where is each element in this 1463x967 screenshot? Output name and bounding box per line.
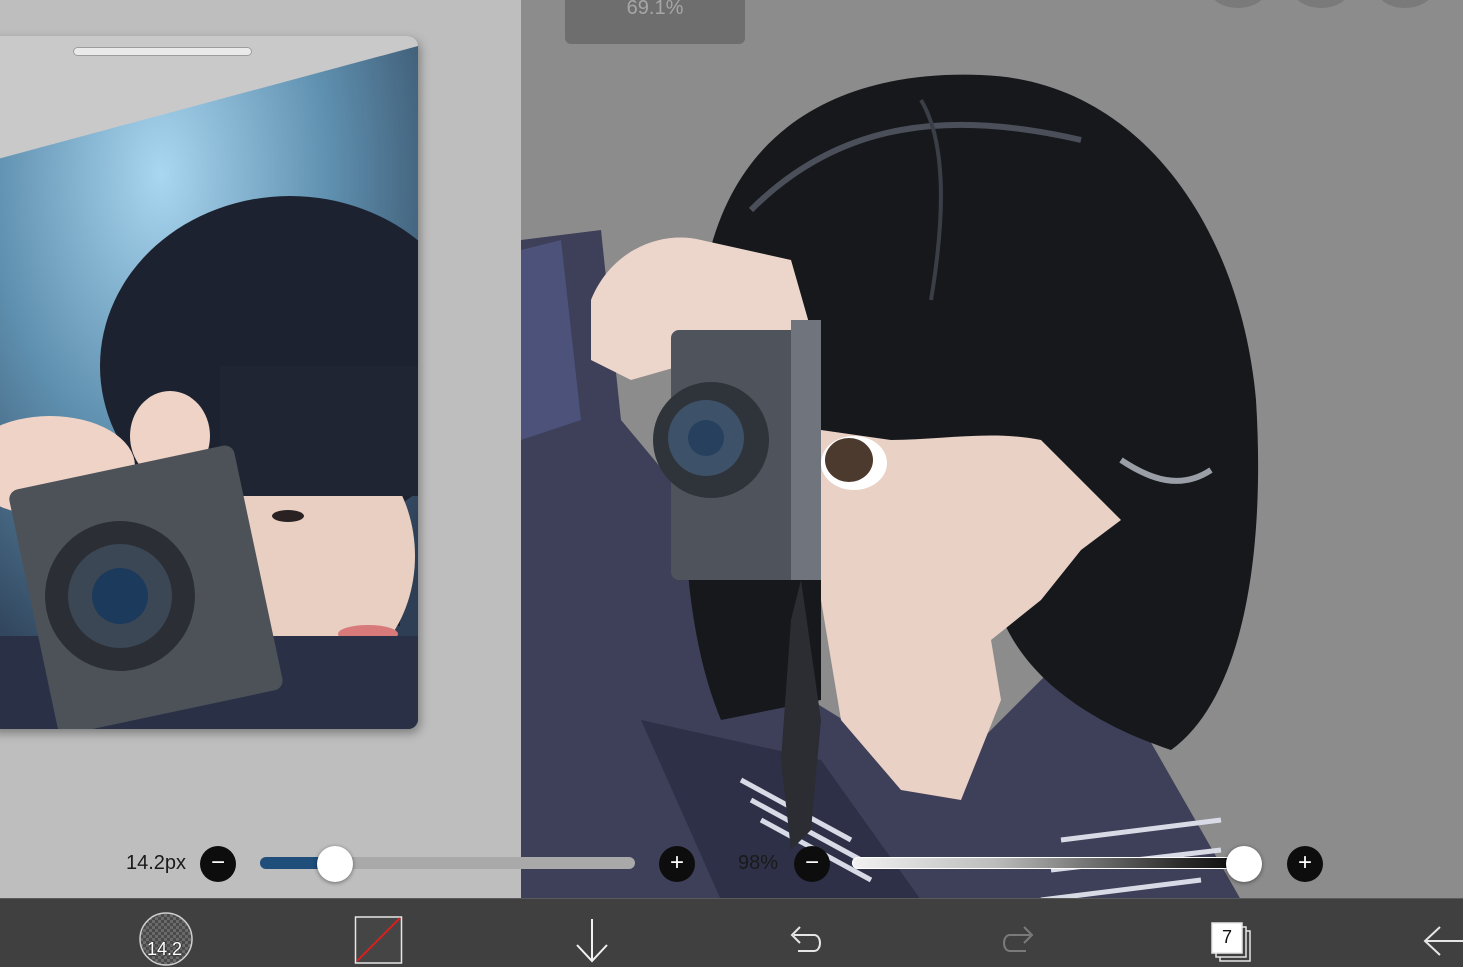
redo-button[interactable]: [998, 899, 1040, 967]
undo-icon: [790, 926, 821, 952]
opacity-label: 98%: [738, 852, 779, 874]
reference-panel: [0, 0, 521, 898]
layers-button[interactable]: 7: [1210, 899, 1254, 967]
arrow-left-icon: [1423, 926, 1463, 956]
back-button[interactable]: [1420, 899, 1463, 967]
plus-icon: +: [669, 849, 684, 876]
layer-count: 7: [1221, 927, 1232, 947]
reference-drag-handle[interactable]: [73, 47, 252, 56]
brush-size-tool[interactable]: 14.2: [137, 899, 195, 967]
download-tool[interactable]: [572, 899, 612, 967]
reference-photo[interactable]: [0, 36, 418, 729]
opacity-increase-button[interactable]: +: [1287, 846, 1323, 882]
bottom-toolbar: 14.2 7: [0, 898, 1463, 967]
color-tool[interactable]: [354, 899, 404, 967]
plus-icon: +: [1297, 849, 1312, 876]
minus-icon: −: [804, 849, 819, 876]
redo-icon: [1003, 926, 1034, 952]
brush-size-decrease-button[interactable]: −: [200, 846, 236, 882]
arrow-down-icon: [576, 919, 608, 963]
opacity-slider[interactable]: [852, 857, 1262, 869]
brush-size-label: 14.2px: [126, 852, 187, 874]
drawing-canvas[interactable]: [521, 0, 1463, 898]
brush-size-increase-button[interactable]: +: [659, 846, 695, 882]
brush-size-slider-thumb[interactable]: [317, 846, 353, 882]
canvas-artwork: [521, 74, 1259, 898]
zoom-label: 69.1%: [626, 0, 684, 19]
minus-icon: −: [210, 849, 225, 876]
zoom-indicator: 69.1%: [565, 0, 745, 44]
color-swatch-icon: [354, 916, 403, 964]
reference-photo-art: [0, 36, 418, 729]
opacity-decrease-button[interactable]: −: [794, 846, 830, 882]
undo-button[interactable]: [784, 899, 826, 967]
opacity-slider-thumb[interactable]: [1226, 846, 1262, 882]
brush-size-badge: 14.2: [147, 939, 183, 959]
